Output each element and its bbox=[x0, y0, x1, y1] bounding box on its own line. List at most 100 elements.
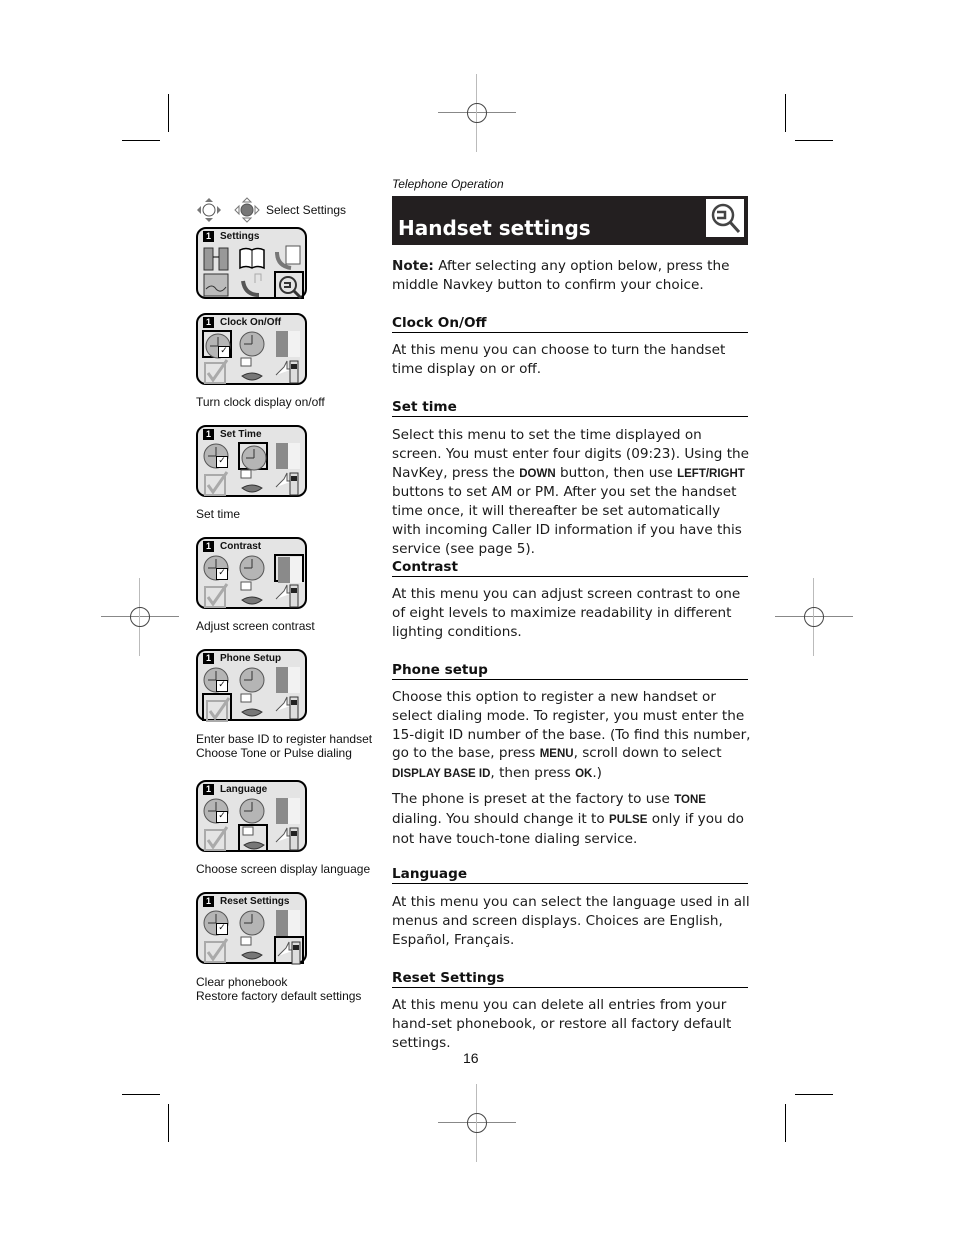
checkmark-icon bbox=[202, 581, 232, 609]
screen-number: 1 bbox=[203, 317, 215, 328]
registration-mark bbox=[101, 578, 179, 656]
caption-line: Clear phonebook bbox=[196, 975, 288, 989]
screen-number: 1 bbox=[203, 653, 215, 664]
contrast-icon bbox=[274, 442, 304, 470]
section-header: Telephone Operation bbox=[392, 177, 504, 191]
screen-number: 1 bbox=[203, 231, 215, 242]
text: buttons to set AM or PM. After you set t… bbox=[392, 484, 742, 557]
language-lips-icon bbox=[238, 693, 268, 721]
menu-screen: 1 Settings bbox=[196, 227, 307, 300]
caption-line: Turn clock display on/off bbox=[196, 395, 325, 409]
checkmark-icon bbox=[202, 357, 232, 385]
text: , then press bbox=[490, 765, 576, 782]
clock-icon: ✓ bbox=[202, 554, 232, 582]
handset-icon bbox=[274, 469, 304, 497]
caption-line: Choose Tone or Pulse dialing bbox=[196, 746, 352, 760]
clock-icon bbox=[238, 554, 268, 582]
screen-title: Contrast bbox=[220, 541, 262, 552]
display-icon bbox=[202, 271, 232, 299]
menu-screen: 1 Phone Setup ✓ bbox=[196, 649, 307, 722]
language-lips-icon bbox=[238, 824, 268, 852]
screen-title: Reset Settings bbox=[220, 896, 290, 907]
screen-header: 1 Set Time bbox=[203, 429, 262, 440]
body-phone-setup-2: The phone is preset at the factory to us… bbox=[392, 790, 752, 848]
screen-header: 1 Reset Settings bbox=[203, 896, 289, 907]
screen-title: Clock On/Off bbox=[220, 317, 282, 328]
page-title: Handset settings bbox=[398, 216, 591, 240]
crop-mark bbox=[795, 1094, 833, 1095]
clock-icon bbox=[238, 909, 268, 937]
clock-icon: ✓ bbox=[202, 442, 232, 470]
screen-caption: Enter base ID to register handset Choose … bbox=[196, 732, 372, 760]
screen-caption: Choose screen display language bbox=[196, 862, 370, 876]
caption-line: Adjust screen contrast bbox=[196, 619, 315, 633]
caption-line: Choose screen display language bbox=[196, 862, 371, 876]
note-text: After selecting any option below, press … bbox=[392, 258, 730, 293]
body-clock: At this menu you can choose to turn the … bbox=[392, 342, 726, 377]
handset-icon bbox=[274, 581, 304, 609]
screen-caption: Clear phonebook Restore factory default s… bbox=[196, 975, 361, 1003]
menu-screen: 1 Language ✓ bbox=[196, 780, 307, 852]
text: .) bbox=[592, 765, 602, 782]
heading-language: Language bbox=[392, 866, 748, 884]
screen-title: Settings bbox=[220, 231, 260, 242]
navkey-hint: Select Settings bbox=[196, 197, 346, 223]
body-reset: At this menu you can delete all entries … bbox=[392, 997, 732, 1051]
registration-mark bbox=[775, 578, 853, 656]
contrast-icon bbox=[274, 554, 304, 583]
screen-header: 1 Phone Setup bbox=[203, 653, 281, 664]
crop-mark bbox=[122, 1094, 160, 1095]
handset-icon bbox=[274, 824, 304, 852]
clock-icon bbox=[238, 330, 268, 358]
heading-set-time: Set time bbox=[392, 399, 748, 417]
clock-icon: ✓ bbox=[202, 909, 232, 937]
text: The phone is preset at the factory to us… bbox=[392, 791, 675, 807]
note-paragraph: Note: After selecting any option below, … bbox=[392, 257, 752, 295]
heading-contrast: Contrast bbox=[392, 559, 748, 577]
menu-screen: 1 Set Time ✓ bbox=[196, 425, 307, 497]
crop-mark bbox=[122, 140, 160, 141]
clock-icon: ✓ bbox=[202, 797, 232, 825]
menu-screen: 1 Reset Settings ✓ bbox=[196, 892, 307, 965]
body-language: At this menu you can select the language… bbox=[392, 894, 750, 948]
contrast-icon bbox=[274, 909, 304, 937]
keyword: DISPLAY BASE ID bbox=[392, 768, 491, 781]
clock-icon bbox=[238, 442, 268, 471]
contrast-icon bbox=[274, 797, 304, 825]
text: , scroll down to select bbox=[573, 745, 722, 762]
navkey-icon bbox=[197, 198, 221, 222]
heading-clock: Clock On/Off bbox=[392, 315, 748, 333]
screen-header: 1 Settings bbox=[203, 231, 259, 242]
language-lips-icon bbox=[238, 581, 268, 609]
language-lips-icon bbox=[238, 469, 268, 497]
body-phone-setup: Choose this option to register a new han… bbox=[392, 688, 752, 784]
menu-screen: 1 Contrast ✓ bbox=[196, 537, 307, 609]
checkmark-icon bbox=[202, 824, 232, 852]
clock-icon bbox=[238, 666, 268, 694]
text: dialing. You should change it to bbox=[392, 810, 610, 827]
handset-icon bbox=[274, 936, 304, 965]
text: button, then use bbox=[555, 464, 678, 481]
menu-screen: 1 Clock On/Off ✓ bbox=[196, 313, 307, 385]
crop-mark bbox=[795, 140, 833, 141]
ringer-icon bbox=[238, 271, 268, 299]
handsets-icon bbox=[202, 244, 232, 272]
screen-number: 1 bbox=[203, 429, 215, 440]
keyword: TONE bbox=[674, 794, 706, 806]
keyword: LEFT/RIGHT bbox=[677, 467, 745, 480]
navkey-hint-label: Select Settings bbox=[266, 203, 347, 217]
settings-icon bbox=[274, 271, 304, 300]
page-number: 16 bbox=[463, 1050, 479, 1066]
crop-mark bbox=[785, 94, 786, 132]
registration-mark bbox=[438, 74, 516, 152]
handset-icon bbox=[274, 357, 304, 385]
contrast-icon bbox=[274, 666, 304, 694]
crop-mark bbox=[785, 1104, 786, 1142]
registration-mark bbox=[438, 1084, 516, 1162]
heading-reset: Reset Settings bbox=[392, 970, 748, 988]
body-set-time: Select this menu to set the time display… bbox=[392, 426, 752, 559]
checkmark-icon bbox=[202, 936, 232, 964]
caption-line: Set time bbox=[196, 507, 241, 521]
clock-icon bbox=[238, 797, 268, 825]
checkmark-icon bbox=[202, 469, 232, 497]
